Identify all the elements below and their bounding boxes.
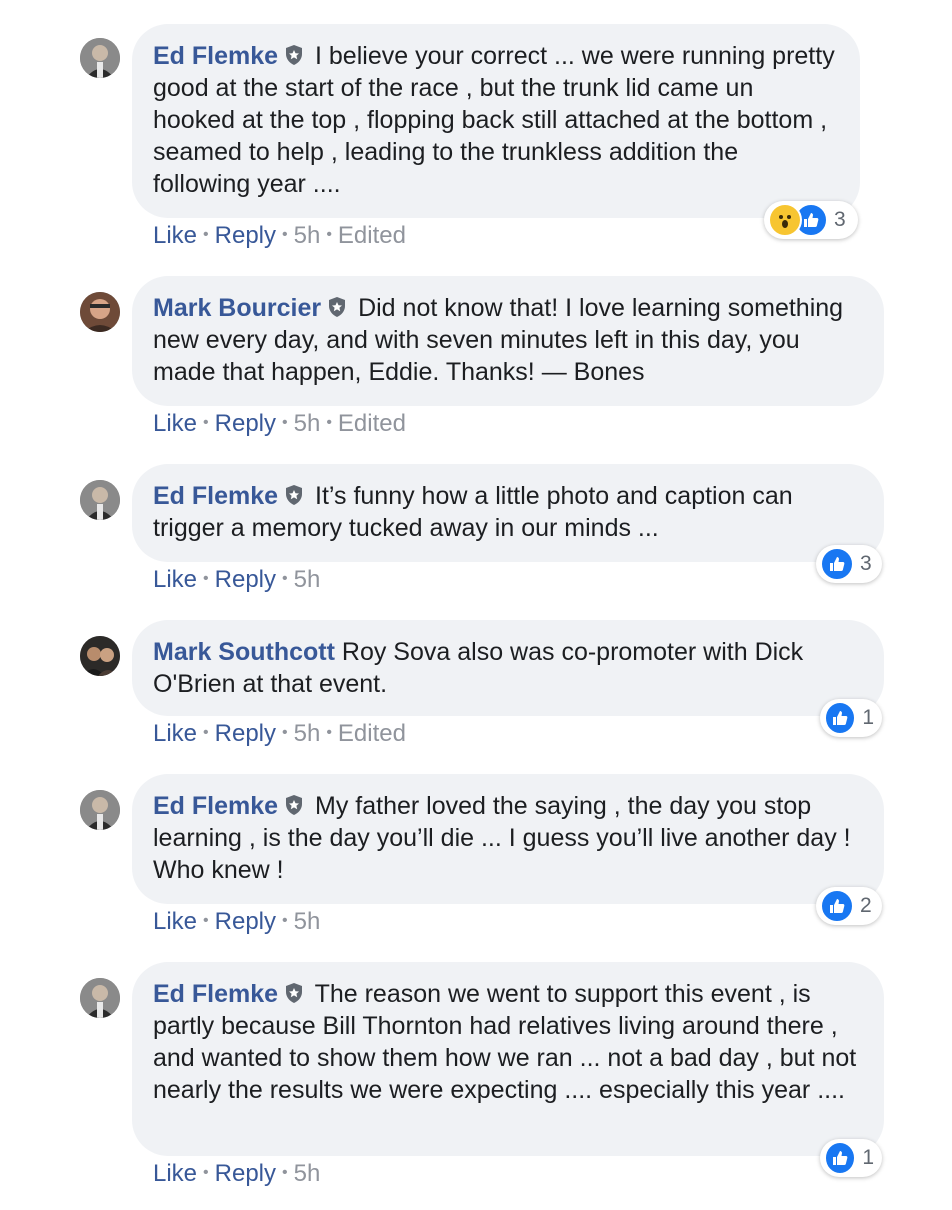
reaction-count: 2 [860,894,872,917]
comment-author[interactable]: Ed Flemke [153,482,278,510]
comment-bubble: Ed Flemke It’s funny how a little photo … [132,464,884,562]
like-link[interactable]: Like [153,720,197,747]
shield-icon [284,42,304,65]
reply-link[interactable]: Reply [215,1160,276,1187]
edited-label[interactable]: Edited [338,410,406,437]
reply-link[interactable]: Reply [215,908,276,935]
comment-actions: Like • Reply • 5h [153,566,320,594]
like-link[interactable]: Like [153,1160,197,1187]
comment-time[interactable]: 5h [294,222,321,249]
like-link[interactable]: Like [153,222,197,249]
separator: • [326,414,332,431]
reply-link[interactable]: Reply [215,720,276,747]
comment-bubble: Ed Flemke The reason we went to support … [132,962,884,1156]
avatar[interactable] [80,480,120,520]
separator: • [203,912,209,929]
separator: • [282,1164,288,1181]
separator: • [282,570,288,587]
comment-time[interactable]: 5h [294,1160,321,1187]
reaction-count: 1 [862,1146,874,1169]
reaction-count: 3 [860,552,872,575]
separator: • [203,1164,209,1181]
separator: • [326,724,332,741]
comment-bubble: Mark Southcott Roy Sova also was co-prom… [132,620,884,716]
like-icon [824,1141,857,1175]
like-icon [824,701,857,735]
shield-icon [284,792,304,815]
separator: • [203,570,209,587]
comment-author[interactable]: Ed Flemke [153,42,278,70]
comment-author[interactable]: Ed Flemke [153,980,278,1008]
edited-label[interactable]: Edited [338,222,406,249]
avatar[interactable] [80,38,120,78]
reactions-summary[interactable]: 1 [820,1139,882,1177]
separator: • [282,724,288,741]
reactions-summary[interactable]: 3 [764,201,858,239]
wow-icon [768,203,802,237]
separator: • [282,912,288,929]
reactions-summary[interactable]: 3 [816,545,882,583]
like-link[interactable]: Like [153,566,197,593]
comment-actions: Like • Reply • 5h [153,908,320,936]
separator: • [203,724,209,741]
comment-time[interactable]: 5h [294,720,321,747]
comment-bubble: Mark Bourcier Did not know that! I love … [132,276,884,406]
like-link[interactable]: Like [153,410,197,437]
reply-link[interactable]: Reply [215,410,276,437]
comment-time[interactable]: 5h [294,908,321,935]
shield-icon [284,980,304,1003]
comment-actions: Like • Reply • 5h [153,1160,320,1188]
comment-author[interactable]: Mark Southcott [153,638,335,666]
separator: • [282,226,288,243]
comment-time[interactable]: 5h [294,410,321,437]
comment-bubble: Ed Flemke My father loved the saying , t… [132,774,884,904]
comment-time[interactable]: 5h [294,566,321,593]
separator: • [203,226,209,243]
comment-actions: Like • Reply • 5h • Edited [153,720,406,748]
separator: • [203,414,209,431]
shield-icon [284,482,304,505]
avatar[interactable] [80,978,120,1018]
shield-icon [327,294,347,317]
reaction-count: 3 [834,208,846,231]
reply-link[interactable]: Reply [215,566,276,593]
reactions-summary[interactable]: 1 [820,699,882,737]
like-icon [820,889,854,923]
comment-actions: Like • Reply • 5h • Edited [153,410,406,438]
reply-link[interactable]: Reply [215,222,276,249]
avatar[interactable] [80,292,120,332]
comment-actions: Like • Reply • 5h • Edited [153,222,406,250]
comment-author[interactable]: Ed Flemke [153,792,278,820]
comment-bubble: Ed Flemke I believe your correct ... we … [132,24,860,218]
avatar[interactable] [80,790,120,830]
comment-author[interactable]: Mark Bourcier [153,294,321,322]
separator: • [282,414,288,431]
like-link[interactable]: Like [153,908,197,935]
separator: • [326,226,332,243]
reactions-summary[interactable]: 2 [816,887,882,925]
like-icon [820,547,854,581]
reaction-count: 1 [862,706,874,729]
avatar[interactable] [80,636,120,676]
edited-label[interactable]: Edited [338,720,406,747]
